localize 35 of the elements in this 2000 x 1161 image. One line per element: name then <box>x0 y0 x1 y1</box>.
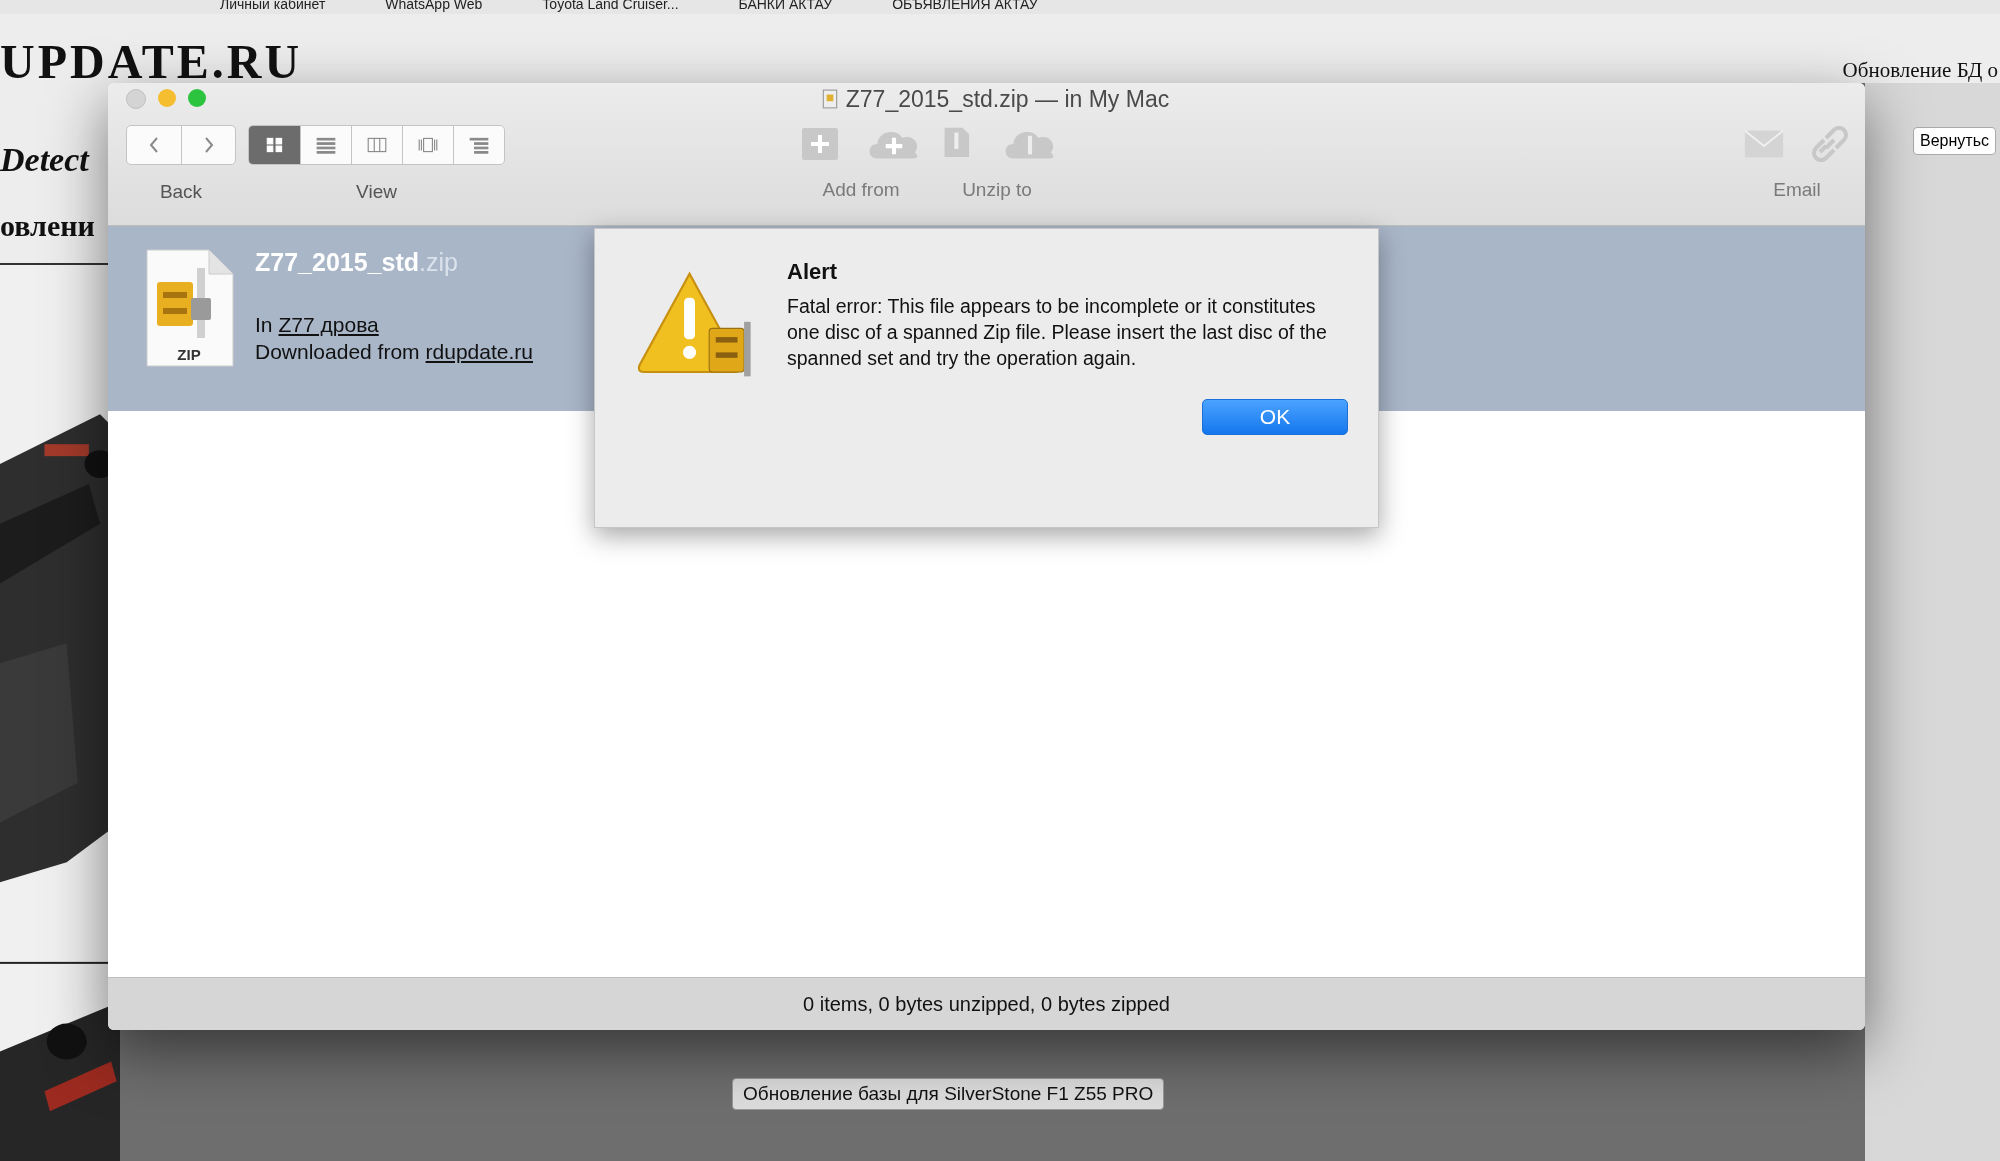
link-icon[interactable] <box>1809 126 1851 162</box>
toolbar-label: View <box>356 181 397 203</box>
site-logo: UPDATE.RU <box>0 34 303 89</box>
minimize-button[interactable] <box>158 89 176 107</box>
view-mode-button[interactable] <box>249 126 300 164</box>
outline-icon <box>468 136 490 154</box>
back-button[interactable]: Вернутьс <box>1913 127 1996 155</box>
chevron-right-icon <box>202 135 215 155</box>
zip-file-icon: ZIP <box>143 248 235 368</box>
window-title: Z77_2015_std.zip — in My Mac <box>845 85 1170 113</box>
toolbar-label: Back <box>159 181 203 203</box>
list-icon <box>315 136 337 154</box>
toolbar-label: Unzip to <box>962 179 1032 201</box>
bookmark-link[interactable]: ОБЪЯВЛЕНИЯ АКТАУ <box>892 0 1038 14</box>
source-label: Downloaded from <box>255 339 420 365</box>
logo-subtitle: Detect <box>0 141 91 179</box>
chevron-left-icon <box>148 135 160 155</box>
bookmark-link[interactable]: БАНКИ АКТАУ <box>738 0 833 14</box>
zoom-button[interactable] <box>188 89 206 107</box>
columns-icon <box>366 136 388 154</box>
archive-icon <box>821 89 838 109</box>
alert-title: Alert <box>787 259 839 285</box>
close-button[interactable] <box>126 89 146 109</box>
source-link[interactable]: rdupdate.ru <box>425 338 533 365</box>
toolbar-label: Add from <box>822 179 900 201</box>
toolbar-label: Email <box>1773 179 1821 201</box>
status-text: 0 items, 0 bytes unzipped, 0 bytes zipped <box>803 992 1170 1016</box>
alert-message: Fatal error: This file appears to be incomplete or it constitutes one disc of a spanned Zip file. Please insert the last disc of the spanned set and try the operation again. <box>787 294 1328 371</box>
page-heading: Обновление БД о <box>1842 58 1998 83</box>
coverflow-icon <box>417 136 439 154</box>
view-mode-switcher[interactable] <box>248 125 505 165</box>
location-label: In <box>255 312 273 338</box>
folder-link[interactable]: Z77 дрова <box>278 311 379 338</box>
update-button[interactable]: Обновление базы для SilverStone F1 Z55 PRO <box>732 1078 1165 1110</box>
add-icon[interactable] <box>799 126 841 162</box>
